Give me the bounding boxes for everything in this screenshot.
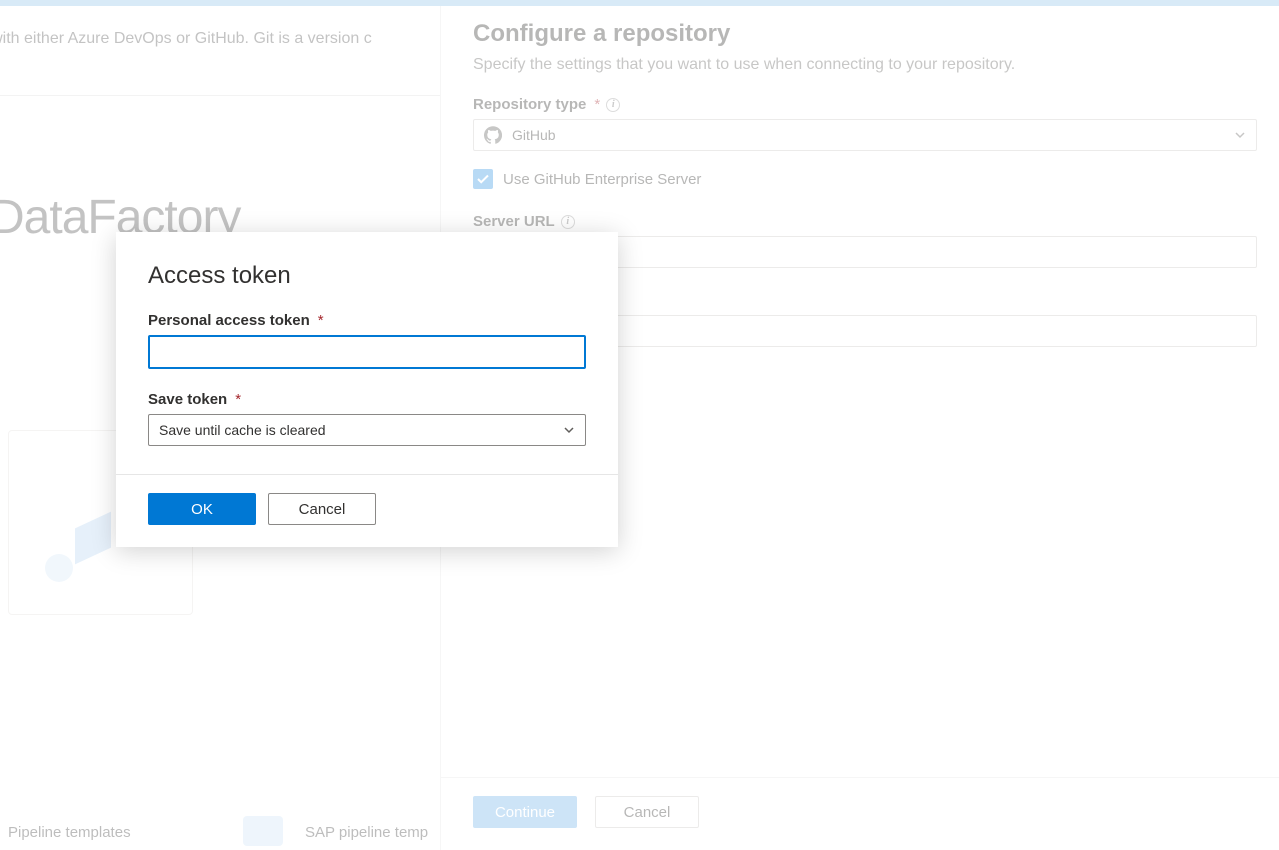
background-divider — [0, 95, 440, 96]
background-intro-text: tory with either Azure DevOps or GitHub.… — [0, 30, 372, 48]
required-indicator: * — [318, 312, 324, 329]
panel-heading: Configure a repository — [473, 20, 1257, 48]
repository-type-select[interactable]: GitHub — [473, 119, 1257, 151]
chevron-down-icon — [563, 424, 575, 436]
cube-icon — [45, 520, 115, 580]
cylinder-icon — [243, 816, 283, 846]
panel-subtitle: Specify the settings that you want to us… — [473, 56, 1257, 74]
continue-button[interactable]: Continue — [473, 796, 577, 828]
panel-footer: Continue Cancel — [441, 777, 1279, 850]
repository-type-label: Repository type* i — [473, 96, 1257, 113]
ok-button[interactable]: OK — [148, 493, 256, 525]
pat-input[interactable] — [148, 335, 586, 369]
dialog-cancel-button[interactable]: Cancel — [268, 493, 376, 525]
repository-type-value: GitHub — [512, 127, 556, 143]
panel-cancel-button[interactable]: Cancel — [595, 796, 699, 828]
required-indicator: * — [235, 391, 241, 408]
dialog-footer: OK Cancel — [116, 474, 618, 547]
required-indicator: * — [594, 96, 600, 113]
chevron-down-icon — [1234, 129, 1246, 141]
use-enterprise-row[interactable]: Use GitHub Enterprise Server — [473, 169, 1257, 189]
save-token-label: Save token* — [148, 391, 586, 408]
use-enterprise-label: Use GitHub Enterprise Server — [503, 171, 701, 188]
save-token-select[interactable]: Save until cache is cleared — [148, 414, 586, 446]
info-icon[interactable]: i — [606, 98, 620, 112]
template-label-1: Pipeline templates — [8, 824, 131, 841]
info-icon[interactable]: i — [561, 215, 575, 229]
save-token-value: Save until cache is cleared — [159, 422, 326, 438]
github-icon — [484, 126, 502, 144]
dialog-title: Access token — [148, 262, 586, 290]
use-enterprise-checkbox[interactable] — [473, 169, 493, 189]
pat-label: Personal access token* — [148, 312, 586, 329]
access-token-dialog: Access token Personal access token* Save… — [116, 232, 618, 547]
template-label-2: SAP pipeline temp — [305, 824, 428, 841]
server-url-label: Server URL i — [473, 213, 1257, 230]
